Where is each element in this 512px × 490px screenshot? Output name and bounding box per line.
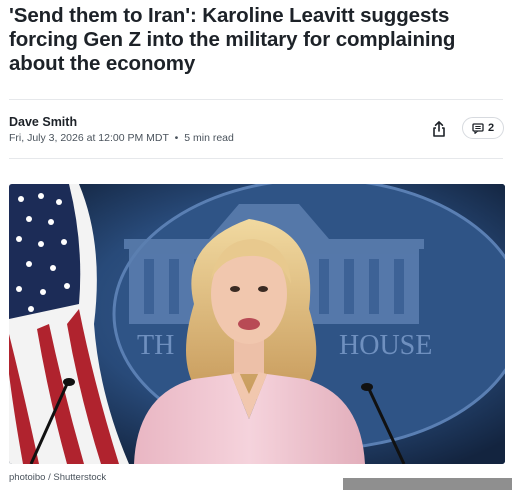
share-icon — [433, 121, 445, 137]
article-photo[interactable]: TH HOUSE — [9, 184, 505, 464]
backdrop-text-right: HOUSE — [339, 330, 432, 361]
backdrop-text-left: TH — [137, 330, 174, 361]
bottom-overlay-bar — [343, 478, 512, 490]
share-button[interactable] — [428, 118, 450, 140]
press-briefing-image: TH HOUSE — [9, 184, 505, 464]
read-time: 5 min read — [184, 132, 234, 144]
meta-divider — [9, 158, 503, 159]
header-divider — [9, 99, 503, 100]
author-name[interactable]: Dave Smith — [9, 115, 77, 129]
article-headline: 'Send them to Iran': Karoline Leavitt su… — [9, 4, 456, 75]
comments-button[interactable]: 2 — [462, 117, 504, 139]
meta-separator: • — [174, 132, 179, 144]
article-meta: Fri, July 3, 2026 at 12:00 PM MDT • 5 mi… — [9, 132, 234, 144]
publish-date: Fri, July 3, 2026 at 12:00 PM MDT — [9, 132, 169, 144]
comment-icon — [472, 122, 484, 134]
comment-count: 2 — [487, 122, 495, 134]
photo-credit: photoibo / Shutterstock — [9, 472, 107, 483]
